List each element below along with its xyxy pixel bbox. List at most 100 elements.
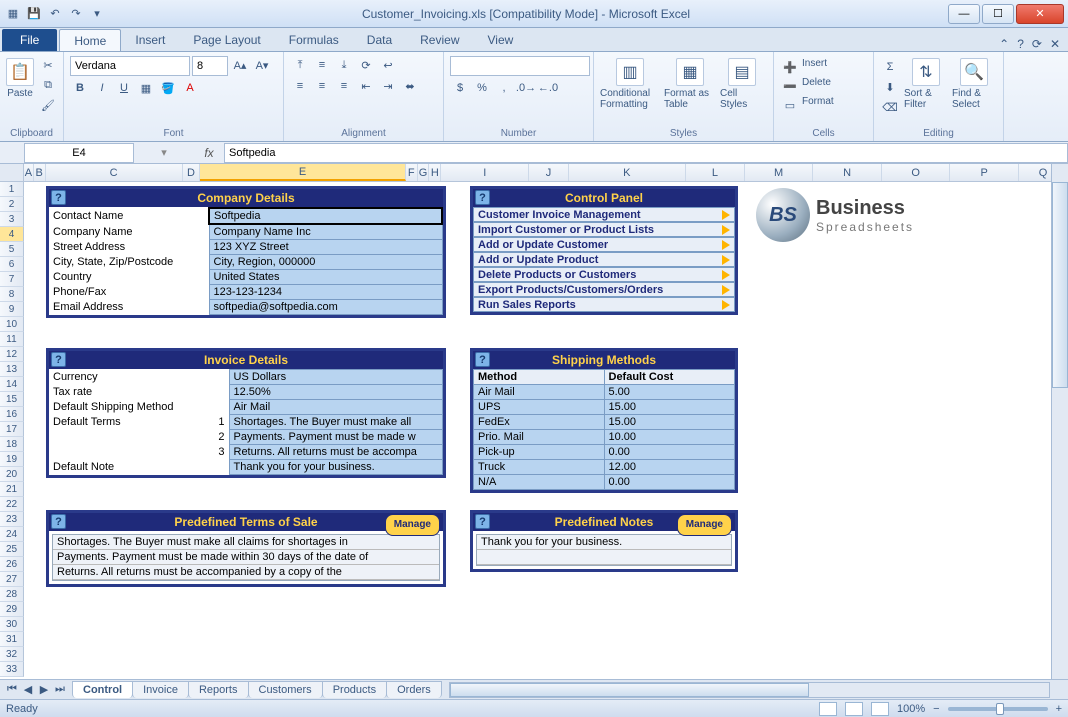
orientation-icon[interactable]: ⟳ [356, 56, 376, 74]
namebox-dropdown-icon[interactable]: ▾ [161, 146, 167, 159]
term-line[interactable]: Payments. Payment must be made within 30… [53, 550, 439, 565]
cell-styles-button[interactable]: ▤Cell Styles [720, 54, 764, 110]
default-term-1-cell[interactable]: Shortages. The Buyer must make all [229, 415, 443, 430]
help-icon[interactable]: ? [51, 190, 66, 205]
default-shipping-cell[interactable]: Air Mail [229, 400, 443, 415]
row-header[interactable]: 21 [0, 482, 24, 497]
row-header[interactable]: 6 [0, 257, 24, 272]
manage-terms-button[interactable]: Manage [385, 514, 440, 536]
hscroll-thumb[interactable] [450, 683, 810, 697]
comma-icon[interactable]: , [494, 79, 514, 97]
redo-icon[interactable]: ↷ [67, 5, 85, 23]
row-header[interactable]: 12 [0, 347, 24, 362]
horizontal-scrollbar[interactable] [449, 682, 1050, 698]
row-header[interactable]: 25 [0, 542, 24, 557]
file-tab[interactable]: File [2, 29, 57, 51]
company-field-value[interactable]: Softpedia [209, 208, 442, 224]
underline-button[interactable]: U [114, 79, 134, 97]
increase-indent-icon[interactable]: ⇥ [378, 77, 398, 95]
format-cells-icon[interactable]: ▭ [780, 96, 800, 114]
default-term-3-cell[interactable]: Returns. All returns must be accompa [229, 445, 443, 460]
row-header[interactable]: 24 [0, 527, 24, 542]
shipping-cost-cell[interactable]: 10.00 [604, 430, 735, 445]
select-all-corner[interactable] [0, 164, 24, 182]
term-line[interactable]: Shortages. The Buyer must make all claim… [53, 535, 439, 550]
number-format-select[interactable] [450, 56, 590, 76]
column-header[interactable]: H [429, 164, 441, 181]
row-header[interactable]: 3 [0, 212, 24, 227]
align-center-icon[interactable]: ≡ [312, 77, 332, 95]
row-header[interactable]: 20 [0, 467, 24, 482]
currency-icon[interactable]: $ [450, 79, 470, 97]
column-header[interactable]: I [441, 164, 529, 181]
row-header[interactable]: 30 [0, 617, 24, 632]
sort-filter-button[interactable]: ⇅Sort & Filter [904, 54, 948, 110]
row-header[interactable]: 10 [0, 317, 24, 332]
decrease-font-icon[interactable]: A▾ [252, 56, 272, 74]
tax-rate-cell[interactable]: 12.50% [229, 385, 443, 400]
pagelayout-tab[interactable]: Page Layout [179, 29, 274, 51]
ribbon-minimize-icon[interactable]: ⌃ [999, 37, 1009, 51]
name-box[interactable]: E4 [24, 143, 134, 163]
find-select-button[interactable]: 🔍Find & Select [952, 54, 996, 110]
shipping-cost-cell[interactable]: 0.00 [604, 445, 735, 460]
control-panel-button[interactable]: Add or Update Customer [473, 237, 735, 252]
help-icon[interactable]: ? [51, 514, 66, 529]
shipping-cost-cell[interactable]: 5.00 [604, 385, 735, 400]
review-tab[interactable]: Review [406, 29, 473, 51]
cut-icon[interactable]: ✂ [38, 56, 58, 74]
sheet-tab[interactable]: Control [72, 681, 133, 698]
font-select[interactable]: Verdana [70, 56, 190, 76]
close-button[interactable]: ✕ [1016, 4, 1064, 24]
row-header[interactable]: 17 [0, 422, 24, 437]
control-panel-button[interactable]: Run Sales Reports [473, 297, 735, 312]
row-header[interactable]: 26 [0, 557, 24, 572]
column-header[interactable]: P [950, 164, 1019, 181]
minimize-button[interactable]: — [948, 4, 980, 24]
data-tab[interactable]: Data [353, 29, 406, 51]
page-layout-view-button[interactable] [845, 702, 863, 716]
fx-icon[interactable]: fx [194, 146, 224, 160]
align-bottom-icon[interactable]: ⤓ [334, 56, 354, 74]
help-icon[interactable]: ? [475, 514, 490, 529]
row-header[interactable]: 9 [0, 302, 24, 317]
note-line[interactable] [477, 550, 731, 565]
column-header[interactable]: F [406, 164, 418, 181]
row-header[interactable]: 5 [0, 242, 24, 257]
term-line[interactable]: Returns. All returns must be accompanied… [53, 565, 439, 580]
column-header[interactable]: O [882, 164, 951, 181]
view-tab[interactable]: View [474, 29, 528, 51]
zoom-slider[interactable] [948, 707, 1048, 711]
shipping-method-cell[interactable]: Air Mail [474, 385, 605, 400]
row-header[interactable]: 18 [0, 437, 24, 452]
note-line[interactable]: Thank you for your business. [477, 535, 731, 550]
autosum-icon[interactable]: Σ [880, 58, 900, 76]
row-header[interactable]: 11 [0, 332, 24, 347]
shipping-method-cell[interactable]: Prio. Mail [474, 430, 605, 445]
border-icon[interactable]: ▦ [136, 79, 156, 97]
row-header[interactable]: 32 [0, 647, 24, 662]
column-header[interactable]: N [813, 164, 882, 181]
row-header[interactable]: 31 [0, 632, 24, 647]
company-field-value[interactable]: 123 XYZ Street [209, 240, 442, 255]
company-field-value[interactable]: softpedia@softpedia.com [209, 300, 442, 315]
sheet-tab[interactable]: Invoice [132, 681, 189, 698]
mdi-restore-icon[interactable]: ⟳ [1032, 37, 1042, 51]
format-painter-icon[interactable]: 🖌 [38, 96, 58, 114]
zoom-level[interactable]: 100% [897, 703, 925, 715]
row-header[interactable]: 15 [0, 392, 24, 407]
column-header[interactable]: G [418, 164, 430, 181]
row-header[interactable]: 33 [0, 662, 24, 677]
row-header[interactable]: 7 [0, 272, 24, 287]
default-term-2-cell[interactable]: Payments. Payment must be made w [229, 430, 443, 445]
zoom-in-button[interactable]: + [1056, 703, 1062, 715]
bold-button[interactable]: B [70, 79, 90, 97]
worksheet-grid[interactable]: ABCDEFGHIJKLMNOPQ 1234567891011121314151… [0, 164, 1068, 679]
control-panel-button[interactable]: Add or Update Product [473, 252, 735, 267]
sheet-tab[interactable]: Products [322, 681, 387, 698]
conditional-formatting-button[interactable]: ▥Conditional Formatting [600, 54, 660, 110]
row-header[interactable]: 2 [0, 197, 24, 212]
format-as-table-button[interactable]: ▦Format as Table [664, 54, 716, 110]
formulas-tab[interactable]: Formulas [275, 29, 353, 51]
row-header[interactable]: 29 [0, 602, 24, 617]
